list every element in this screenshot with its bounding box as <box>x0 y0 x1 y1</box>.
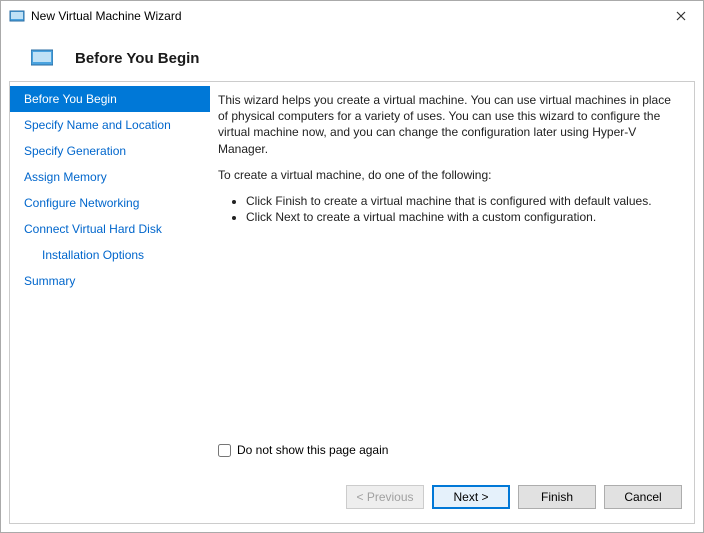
instruction-item-finish: Click Finish to create a virtual machine… <box>246 193 680 209</box>
main: Before You Begin Specify Name and Locati… <box>10 82 694 471</box>
nav-before-you-begin[interactable]: Before You Begin <box>10 86 210 112</box>
spacer <box>218 235 680 437</box>
dont-show-again-row[interactable]: Do not show this page again <box>218 437 680 461</box>
dont-show-again-checkbox[interactable] <box>218 444 231 457</box>
nav-specify-generation[interactable]: Specify Generation <box>10 138 210 164</box>
dont-show-again-label: Do not show this page again <box>237 443 388 457</box>
close-button[interactable] <box>658 1 703 31</box>
next-button[interactable]: Next > <box>432 485 510 509</box>
nav-specify-name-location[interactable]: Specify Name and Location <box>10 112 210 138</box>
instruction-text: To create a virtual machine, do one of t… <box>218 167 680 183</box>
vm-wizard-icon <box>9 8 25 24</box>
titlebar-left: New Virtual Machine Wizard <box>9 8 182 24</box>
header-icon <box>31 49 53 67</box>
nav-installation-options[interactable]: Installation Options <box>10 242 210 268</box>
previous-button: < Previous <box>346 485 424 509</box>
intro-text: This wizard helps you create a virtual m… <box>218 92 680 157</box>
wizard-nav: Before You Begin Specify Name and Locati… <box>10 82 210 471</box>
nav-connect-virtual-hard-disk[interactable]: Connect Virtual Hard Disk <box>10 216 210 242</box>
instruction-item-next: Click Next to create a virtual machine w… <box>246 209 680 225</box>
button-bar: < Previous Next > Finish Cancel <box>10 471 694 523</box>
page-title: Before You Begin <box>75 50 199 67</box>
content-wrap: Before You Begin Specify Name and Locati… <box>9 81 695 524</box>
nav-assign-memory[interactable]: Assign Memory <box>10 164 210 190</box>
nav-configure-networking[interactable]: Configure Networking <box>10 190 210 216</box>
finish-button[interactable]: Finish <box>518 485 596 509</box>
cancel-button[interactable]: Cancel <box>604 485 682 509</box>
content-panel: This wizard helps you create a virtual m… <box>210 82 694 471</box>
titlebar: New Virtual Machine Wizard <box>1 1 703 31</box>
header-section: Before You Begin <box>1 31 703 81</box>
instruction-list: Click Finish to create a virtual machine… <box>218 193 680 225</box>
nav-summary[interactable]: Summary <box>10 268 210 294</box>
window-title: New Virtual Machine Wizard <box>31 9 182 23</box>
